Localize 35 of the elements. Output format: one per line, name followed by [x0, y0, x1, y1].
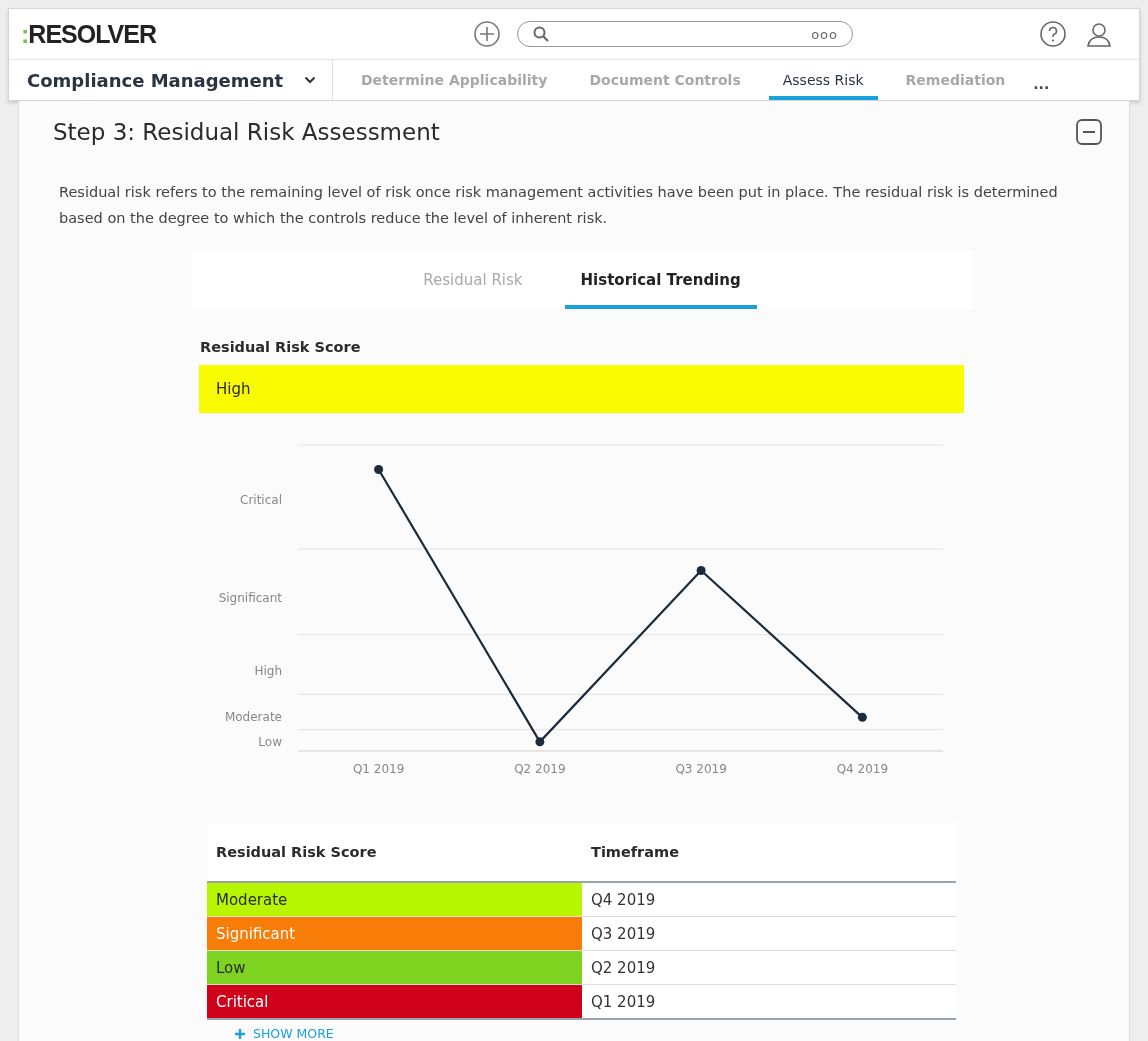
section-description: Residual risk refers to the remaining level of risk once risk management activities have been put in place. The residual risk is determined based on the degree to which the controls reduce the level of inherent risk. — [59, 183, 1059, 228]
search-icon — [532, 25, 550, 43]
section-title: Step 3: Residual Risk Assessment — [53, 118, 440, 147]
score-cell: Low — [207, 950, 582, 985]
field-label: Residual Risk Score — [200, 339, 362, 355]
x-tick-label: Q4 2019 — [836, 762, 889, 775]
score-cell: Moderate — [207, 882, 582, 917]
score-cell: Critical — [207, 984, 582, 1019]
view-tab[interactable]: Historical Trending — [564, 251, 757, 309]
table-cell: Q3 2019 — [582, 916, 956, 951]
more-menu[interactable]: ... — [1033, 60, 1050, 100]
user-icon[interactable] — [1085, 20, 1113, 48]
app-selector[interactable]: Compliance Management — [9, 60, 333, 100]
y-tick-label: Significant — [218, 591, 282, 605]
column-header: Residual Risk Score — [207, 823, 582, 882]
score-cell: Significant — [207, 916, 582, 951]
table-cell: Q4 2019 — [582, 882, 956, 917]
table-cell: Q1 2019 — [582, 984, 956, 1019]
y-tick-label: Low — [258, 734, 282, 749]
y-tick-label: High — [254, 664, 282, 679]
x-tick-label: Q1 2019 — [352, 762, 405, 775]
add-icon[interactable] — [473, 20, 501, 48]
y-tick-label: Critical — [240, 493, 282, 508]
x-tick-label: Q3 2019 — [675, 762, 727, 775]
plus-icon — [235, 1028, 245, 1039]
logo[interactable]: :RESOLVER — [21, 19, 321, 49]
search-options[interactable]: ooo — [811, 26, 838, 42]
chevron-icon — [304, 76, 316, 84]
x-tick-label: Q2 2019 — [514, 762, 566, 775]
score-value: High — [199, 365, 964, 413]
help-icon[interactable] — [1039, 20, 1067, 48]
y-tick-label: Moderate — [224, 710, 282, 725]
column-header: Timeframe — [582, 823, 956, 882]
collapse-icon[interactable] — [1075, 118, 1103, 146]
table-cell: Q2 2019 — [582, 950, 956, 985]
